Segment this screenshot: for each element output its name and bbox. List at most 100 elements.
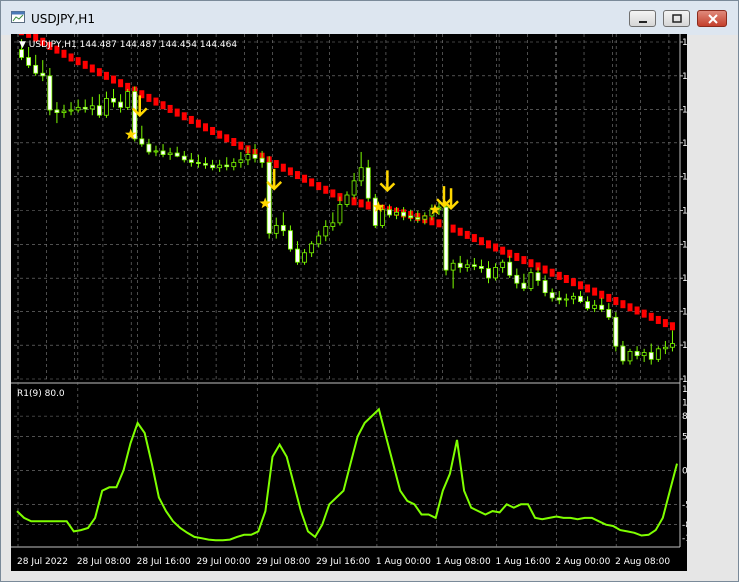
candle-body <box>309 243 315 254</box>
candle-body <box>273 225 279 234</box>
ribbon-segment <box>592 287 598 296</box>
candle-body <box>641 352 647 357</box>
rsi-tick-label: 0.00 <box>682 466 687 476</box>
ribbon-segment <box>153 97 159 106</box>
main-chart-label: ▼ USDJPY,H1 144.487 144.487 144.454 144.… <box>19 40 237 50</box>
ribbon-segment <box>577 281 583 290</box>
rsi-tick-label: 50 <box>682 432 687 442</box>
window-title: USDJPY,H1 <box>31 12 95 26</box>
candle-body <box>351 180 357 196</box>
candle-body <box>450 262 456 271</box>
ribbon-segment <box>103 71 109 80</box>
chart-window: USDJPY,H1 136.695136.050135.405134.77513… <box>0 0 739 582</box>
candle-body <box>486 268 491 279</box>
candle-body <box>655 348 661 360</box>
ribbon-segment <box>287 167 293 176</box>
candle-body <box>571 295 576 300</box>
candle-body <box>323 226 329 237</box>
ribbon-segment <box>68 53 74 62</box>
price-tick-label: 136.695 <box>682 38 687 48</box>
maximize-button[interactable] <box>663 10 690 27</box>
ribbon-segment <box>613 297 619 306</box>
ribbon-segment <box>620 300 626 309</box>
rsi-tick-label: 120 <box>682 385 687 395</box>
candle-body <box>578 295 583 302</box>
chart-area[interactable]: 136.695 136.050 135.405 134.775 134.130 133.4… <box>11 27 719 571</box>
time-tick-label: 1 Aug 08:00 <box>436 557 491 567</box>
price-tick-label: 134.775 <box>682 139 687 149</box>
candle-body <box>634 351 640 357</box>
ribbon-segment <box>563 275 569 284</box>
candle-body <box>606 309 612 318</box>
ribbon-segment <box>224 134 230 143</box>
chart-canvas[interactable]: 136.695 136.050 135.405 134.775 134.130 133.4… <box>11 27 719 571</box>
ribbon-segment <box>146 93 152 102</box>
candle-body <box>556 297 562 301</box>
ribbon-segment <box>89 64 95 73</box>
candle-body <box>627 351 633 362</box>
time-tick-label: 28 Jul 2022 <box>17 557 68 567</box>
candle-body <box>188 159 194 163</box>
candle-body <box>96 105 102 116</box>
time-tick-label: 29 Jul 00:00 <box>196 557 250 567</box>
candle-body <box>153 150 159 153</box>
candle-body <box>613 316 619 347</box>
rsi-tick-label: -80 <box>682 521 687 531</box>
candle-body <box>670 343 675 348</box>
ribbon-segment <box>585 284 591 293</box>
ribbon-segment <box>365 201 371 210</box>
time-tick-label: 28 Jul 16:00 <box>137 557 191 567</box>
ribbon-segment <box>514 252 520 261</box>
candle-body <box>146 143 152 153</box>
candle-body <box>132 91 138 140</box>
ribbon-segment <box>648 312 654 321</box>
candle-body <box>514 274 520 284</box>
ribbon-segment <box>486 240 492 249</box>
ribbon-segment <box>464 230 470 239</box>
price-tick-label: 130.920 <box>682 341 687 351</box>
ribbon-segment <box>521 256 527 265</box>
candle-body <box>620 345 626 362</box>
candle-body <box>287 230 293 250</box>
ribbon-segment <box>280 163 286 172</box>
ribbon-segment <box>500 246 506 255</box>
candle-body <box>549 292 555 299</box>
ribbon-segment <box>96 68 102 77</box>
candle-body <box>238 159 244 163</box>
candle-body <box>280 225 286 232</box>
title-bar[interactable]: USDJPY,H1 <box>1 1 738 35</box>
candle-body <box>19 49 24 58</box>
candle-body <box>125 91 131 108</box>
candle-body <box>302 252 307 263</box>
minimize-button[interactable] <box>629 10 656 27</box>
candle-body <box>521 282 527 289</box>
candle-body <box>210 164 215 169</box>
candle-body <box>266 162 272 234</box>
close-button[interactable] <box>697 10 727 27</box>
ribbon-segment <box>309 178 315 187</box>
minimize-icon <box>639 21 647 23</box>
candle-body <box>422 215 428 220</box>
candle-body <box>160 150 166 155</box>
rsi-tick-label: -50 <box>682 500 687 510</box>
rsi-tick-label: 80 <box>682 412 687 422</box>
ribbon-segment <box>549 268 555 277</box>
candle-body <box>394 211 399 216</box>
candle-body <box>585 301 590 309</box>
candle-body <box>167 152 173 155</box>
ribbon-segment <box>238 141 244 150</box>
rsi-tick-label: -100 <box>682 534 687 544</box>
candle-body <box>599 304 605 310</box>
candle-body <box>118 101 123 108</box>
candle-body <box>344 194 350 205</box>
ribbon-segment <box>231 137 237 146</box>
candle-body <box>104 98 109 116</box>
price-tick-label: 132.840 <box>682 240 687 250</box>
candle-body <box>507 261 513 276</box>
price-tick-label: 133.485 <box>682 207 687 217</box>
chart-window-icon <box>11 11 25 23</box>
ribbon-segment <box>118 79 124 88</box>
candle-body <box>245 154 251 161</box>
candle-body <box>75 106 81 111</box>
ribbon-segment <box>181 112 187 121</box>
